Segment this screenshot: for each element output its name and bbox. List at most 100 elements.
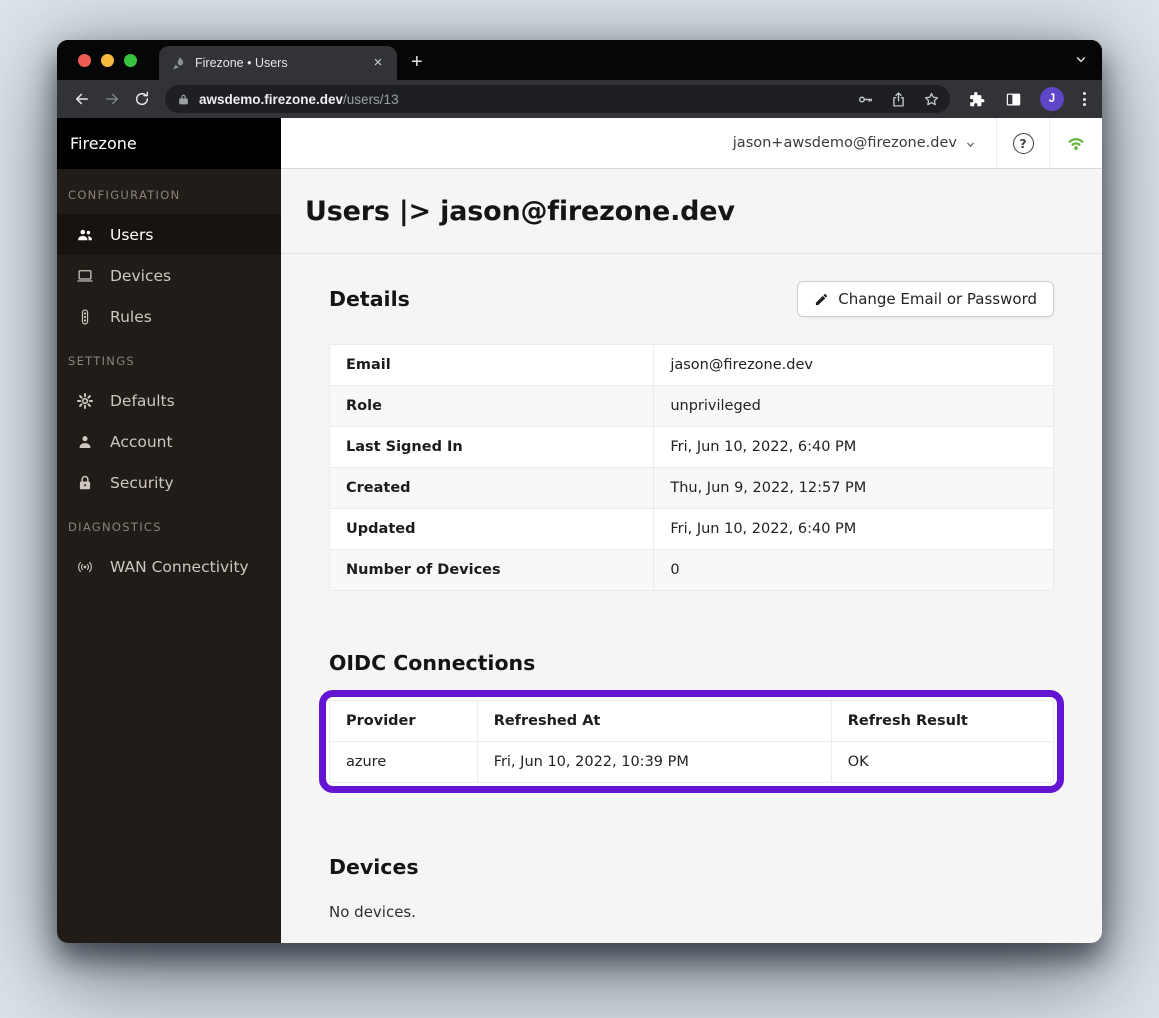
details-row-value: unprivileged <box>654 386 1054 427</box>
wan-connectivity-icon <box>75 557 95 577</box>
browser-window: Firezone • Users × + awsdemo.firezone.de… <box>57 40 1102 943</box>
details-row-label: Number of Devices <box>330 550 654 591</box>
close-window-button[interactable] <box>78 54 91 67</box>
sidebar-item-security[interactable]: Security <box>57 462 281 503</box>
wifi-status-icon <box>1065 132 1087 154</box>
details-row-email: Email jason@firezone.dev <box>330 345 1054 386</box>
oidc-table: ProviderRefreshed AtRefresh Result azure… <box>329 700 1054 783</box>
tab-title: Firezone • Users <box>195 56 369 70</box>
users-icon <box>75 225 95 245</box>
details-row-value: Thu, Jun 9, 2022, 12:57 PM <box>654 468 1054 509</box>
account-icon <box>75 432 95 452</box>
oidc-row: azureFri, Jun 10, 2022, 10:39 PMOK <box>330 742 1054 783</box>
pencil-icon <box>814 292 829 307</box>
firezone-favicon-icon <box>171 56 186 71</box>
key-icon[interactable] <box>857 91 874 108</box>
user-menu[interactable]: jason+awsdemo@firezone.dev <box>713 118 996 168</box>
sidebar-item-label: Defaults <box>110 392 175 410</box>
browser-tab[interactable]: Firezone • Users × <box>159 46 397 80</box>
change-email-password-button[interactable]: Change Email or Password <box>797 281 1054 317</box>
page-content: Details Change Email or Password Email j… <box>281 254 1102 943</box>
details-row-label: Last Signed In <box>330 427 654 468</box>
details-row-label: Role <box>330 386 654 427</box>
sidebar-item-label: Devices <box>110 267 171 285</box>
chevron-down-icon[interactable] <box>1074 52 1088 66</box>
wan-status-link[interactable] <box>1049 118 1102 168</box>
devices-empty-text: No devices. <box>329 903 1054 921</box>
back-icon[interactable] <box>69 86 95 112</box>
details-row-value: Fri, Jun 10, 2022, 6:40 PM <box>654 427 1054 468</box>
chevron-down-icon <box>965 139 976 150</box>
details-row-updated: Updated Fri, Jun 10, 2022, 6:40 PM <box>330 509 1054 550</box>
details-row-value: jason@firezone.dev <box>654 345 1054 386</box>
side-panel-icon[interactable] <box>1004 90 1023 109</box>
address-bar[interactable]: awsdemo.firezone.dev/users/13 <box>165 85 950 113</box>
sidebar-item-devices[interactable]: Devices <box>57 255 281 296</box>
details-heading: Details <box>329 287 410 311</box>
oidc-col-provider: Provider <box>330 701 478 742</box>
reload-icon[interactable] <box>129 86 155 112</box>
defaults-icon <box>75 391 95 411</box>
url-text: awsdemo.firezone.dev/users/13 <box>199 92 841 107</box>
kebab-menu-icon[interactable] <box>1076 92 1092 106</box>
oidc-cell: Fri, Jun 10, 2022, 10:39 PM <box>477 742 831 783</box>
details-row-label: Email <box>330 345 654 386</box>
sidebar-item-label: Rules <box>110 308 152 326</box>
details-row-label: Created <box>330 468 654 509</box>
forward-icon[interactable] <box>99 86 125 112</box>
sidebar-item-label: Account <box>110 433 173 451</box>
help-icon: ? <box>1013 133 1034 154</box>
user-email: jason+awsdemo@firezone.dev <box>733 135 957 151</box>
details-table: Email jason@firezone.dev Role unprivileg… <box>329 344 1054 591</box>
sidebar-item-rules[interactable]: Rules <box>57 296 281 337</box>
main-area: jason+awsdemo@firezone.dev ? Users |> ja… <box>281 118 1102 943</box>
details-row-last-signed-in: Last Signed In Fri, Jun 10, 2022, 6:40 P… <box>330 427 1054 468</box>
sidebar-item-defaults[interactable]: Defaults <box>57 380 281 421</box>
traffic-lights <box>57 40 159 80</box>
details-row-number-of-devices: Number of Devices 0 <box>330 550 1054 591</box>
oidc-col-refreshed-at: Refreshed At <box>477 701 831 742</box>
oidc-header-row: ProviderRefreshed AtRefresh Result <box>330 701 1054 742</box>
security-icon <box>75 473 95 493</box>
sidebar-item-label: WAN Connectivity <box>110 558 249 576</box>
browser-toolbar: awsdemo.firezone.dev/users/13 J <box>57 80 1102 118</box>
details-row-label: Updated <box>330 509 654 550</box>
extensions-icon[interactable] <box>967 90 986 109</box>
details-row-role: Role unprivileged <box>330 386 1054 427</box>
firezone-app: Firezone CONFIGURATION Users Devices Rul… <box>57 118 1102 943</box>
lock-icon <box>177 93 190 106</box>
new-tab-button[interactable]: + <box>411 51 423 74</box>
share-icon[interactable] <box>890 91 907 108</box>
devices-heading: Devices <box>329 855 1054 879</box>
top-navbar: jason+awsdemo@firezone.dev ? <box>281 118 1102 169</box>
sidebar-item-label: Users <box>110 226 153 244</box>
help-link[interactable]: ? <box>996 118 1049 168</box>
sidebar-item-account[interactable]: Account <box>57 421 281 462</box>
tab-close-icon[interactable]: × <box>369 54 387 72</box>
url-domain: awsdemo.firezone.dev <box>199 92 343 107</box>
profile-avatar[interactable]: J <box>1040 87 1064 111</box>
page-header: Users |> jason@firezone.dev <box>281 169 1102 254</box>
devices-icon <box>75 266 95 286</box>
sidebar-section-label: SETTINGS <box>57 337 281 380</box>
details-row-value: Fri, Jun 10, 2022, 6:40 PM <box>654 509 1054 550</box>
details-row-created: Created Thu, Jun 9, 2022, 12:57 PM <box>330 468 1054 509</box>
sidebar: Firezone CONFIGURATION Users Devices Rul… <box>57 118 281 943</box>
sidebar-item-users[interactable]: Users <box>57 214 281 255</box>
oidc-heading: OIDC Connections <box>329 651 1054 675</box>
change-email-password-label: Change Email or Password <box>838 290 1037 308</box>
oidc-col-refresh-result: Refresh Result <box>831 701 1053 742</box>
sidebar-section-label: DIAGNOSTICS <box>57 503 281 546</box>
tab-strip: Firezone • Users × + <box>57 40 1102 80</box>
star-icon[interactable] <box>923 91 940 108</box>
minimize-window-button[interactable] <box>101 54 114 67</box>
maximize-window-button[interactable] <box>124 54 137 67</box>
sidebar-section-label: CONFIGURATION <box>57 171 281 214</box>
sidebar-item-wan-connectivity[interactable]: WAN Connectivity <box>57 546 281 587</box>
oidc-cell: OK <box>831 742 1053 783</box>
rules-icon <box>75 307 95 327</box>
details-row-value: 0 <box>654 550 1054 591</box>
sidebar-item-label: Security <box>110 474 174 492</box>
page-title: Users |> jason@firezone.dev <box>305 196 735 227</box>
brand-logo[interactable]: Firezone <box>57 118 281 169</box>
